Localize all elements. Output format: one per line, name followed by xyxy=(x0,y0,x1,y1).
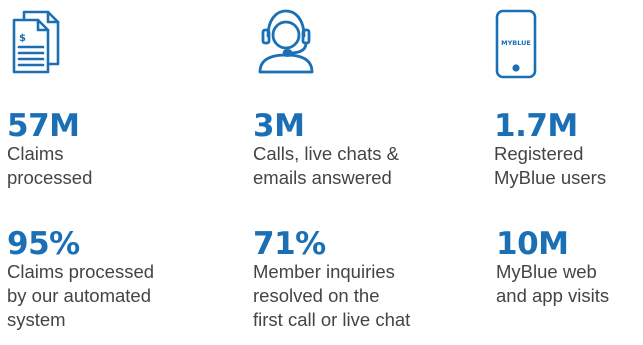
stat-label: Registered MyBlue users xyxy=(494,143,607,188)
stat-value: 1.7M xyxy=(494,108,578,144)
stat-value: 10M xyxy=(496,226,569,262)
svg-text:$: $ xyxy=(19,33,26,44)
stat-registered-users: 1.7M Registered MyBlue users xyxy=(494,110,642,190)
mobile-screen-text: MYBLUE xyxy=(501,39,531,47)
documents-icon: $ xyxy=(10,8,62,74)
stat-value: 95% xyxy=(7,226,80,262)
stat-contacts-answered: 3M Calls, live chats & emails answered xyxy=(253,110,488,190)
stat-label: Claims processed by our automated system xyxy=(7,261,155,330)
smartphone-icon: MYBLUE xyxy=(494,8,542,80)
stat-label: MyBlue web and app visits xyxy=(496,261,610,306)
stat-claims-processed: 57M Claims processed xyxy=(7,110,227,190)
stat-value: 71% xyxy=(253,226,326,262)
stat-first-contact-resolution: 71% Member inquiries resolved on the fir… xyxy=(253,228,488,332)
stat-myblue-visits: 10M MyBlue web and app visits xyxy=(496,228,643,308)
stat-label: Member inquiries resolved on the first c… xyxy=(253,261,411,330)
stat-value: 3M xyxy=(253,108,305,144)
stat-value: 57M xyxy=(7,108,80,144)
stat-label: Claims processed xyxy=(7,143,93,188)
stat-automated-claims: 95% Claims processed by our automated sy… xyxy=(7,228,237,332)
stat-label: Calls, live chats & emails answered xyxy=(253,143,399,188)
headset-agent-icon xyxy=(254,6,318,76)
